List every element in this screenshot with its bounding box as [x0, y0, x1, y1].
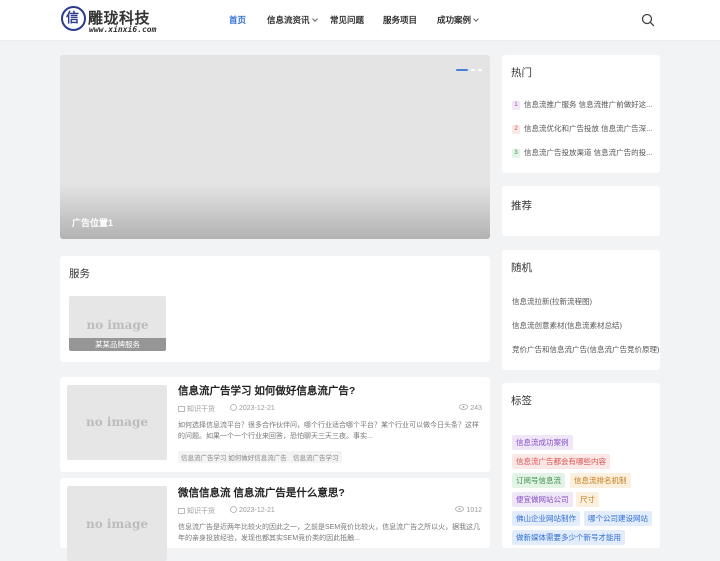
random-title: 随机 — [511, 262, 532, 274]
post-category[interactable]: 知识干货 — [178, 404, 215, 414]
recommend-title: 推荐 — [511, 200, 532, 212]
recommend-widget: 推荐 — [502, 186, 660, 236]
post-date: 2023-12-21 — [230, 404, 275, 412]
post-date: 2023-12-21 — [230, 506, 275, 514]
rank-badge: 1 — [512, 100, 520, 110]
random-item[interactable]: 信息流创意素材(信息流素材总结) — [512, 320, 622, 331]
post-views: 243 — [459, 404, 482, 412]
logo-url: www.xinxi6.com — [89, 25, 157, 34]
random-widget: 随机 信息流拉新(拉新流程图) 信息流创意素材(信息流素材总结) 竞价广告和信息… — [502, 250, 660, 370]
nav-item-home[interactable]: 首页 — [229, 14, 246, 26]
services-panel: 服务 no image 某某品牌服务 — [60, 256, 490, 362]
tag-item[interactable]: 订阅号信息流 — [512, 473, 565, 488]
post-card[interactable]: no image 信息流广告学习 如何做好信息流广告? 知识干货 2023-12… — [60, 377, 490, 472]
nav-item-news[interactable]: 信息流资讯 — [267, 14, 318, 26]
post-thumbnail[interactable]: no image — [67, 486, 167, 561]
tag-item[interactable]: 信息流广告都会有哪些内容 — [512, 454, 610, 469]
rank-badge: 2 — [512, 124, 520, 134]
random-item[interactable]: 信息流拉新(拉新流程图) — [512, 296, 592, 307]
carousel-dot[interactable] — [471, 68, 475, 71]
folder-icon — [178, 508, 185, 514]
chevron-down-icon — [311, 16, 318, 22]
post-excerpt: 信息流广告是近两年比较火的因此之一，之前是SEM竞价比较火，信息流广告之所以火，… — [178, 524, 481, 542]
carousel-dots — [453, 61, 482, 79]
service-card[interactable]: no image 某某品牌服务 — [69, 296, 166, 351]
search-icon[interactable] — [641, 13, 655, 27]
post-tag[interactable]: 信息流广告学习 — [290, 451, 342, 463]
no-image-placeholder: no image — [86, 517, 148, 531]
post-thumbnail[interactable]: no image — [67, 385, 167, 460]
hot-item[interactable]: 3 信息流广告投放渠道 信息流广告的投... — [512, 147, 652, 158]
post-excerpt: 如何选择信息流平台？很多合作伙伴问，哪个行业适合哪个平台？某个行业可以做今日头条… — [178, 422, 479, 440]
hot-item[interactable]: 1 信息流推广服务 信息流推广前做好这... — [512, 99, 652, 110]
tags-title: 标签 — [511, 395, 532, 407]
random-item[interactable]: 竞价广告和信息流广告(信息流广告竞价原理) — [512, 344, 660, 355]
post-title[interactable]: 信息流广告学习 如何做好信息流广告? — [178, 383, 355, 398]
post-card[interactable]: no image 微信信息流 信息流广告是什么意思? 知识干货 2023-12-… — [60, 478, 490, 561]
tag-item[interactable]: 信息流排名机制 — [570, 473, 631, 488]
post-tag[interactable]: 信息流广告学习 如何做好信息流广告 — [178, 451, 290, 463]
no-image-placeholder: no image — [86, 415, 148, 429]
tag-item[interactable]: 佛山企业网站制作 — [512, 511, 580, 526]
tag-item[interactable]: 便宜做网站公司 — [512, 492, 573, 507]
no-image-placeholder: no image — [86, 318, 149, 332]
site-logo[interactable]: 信 雕珑科技 www.xinxi6.com — [61, 6, 161, 36]
eye-icon — [459, 404, 469, 410]
nav-item-cases[interactable]: 成功案例 — [437, 14, 479, 26]
banner-caption: 广告位置1 — [72, 218, 114, 228]
carousel-dot[interactable] — [478, 68, 482, 71]
chevron-down-icon — [473, 16, 479, 22]
clock-icon — [230, 506, 237, 513]
hot-title: 热门 — [511, 67, 532, 79]
services-title: 服务 — [69, 268, 90, 280]
eye-icon — [455, 506, 465, 512]
clock-icon — [230, 404, 237, 411]
folder-icon — [178, 406, 185, 412]
nav-item-services[interactable]: 服务项目 — [383, 14, 417, 26]
carousel-dot[interactable] — [456, 68, 468, 71]
service-label: 某某品牌服务 — [69, 338, 166, 351]
tag-item[interactable]: 信息流成功案例 — [512, 435, 573, 450]
tag-item[interactable]: 做新媒体需要多少个新号才能用 — [512, 530, 625, 545]
hot-widget: 热门 1 信息流推广服务 信息流推广前做好这... 2 信息流优化和广告投放 信息流… — [502, 55, 660, 173]
tags-widget: 标签 信息流成功案例 信息流广告都会有哪些内容 订阅号信息流 信息流排名机制 便… — [502, 383, 660, 548]
logo-mark-icon: 信 — [61, 6, 86, 31]
nav-item-faq[interactable]: 常见问题 — [330, 14, 364, 26]
rank-badge: 3 — [512, 148, 520, 158]
post-title[interactable]: 微信信息流 信息流广告是什么意思? — [178, 485, 345, 500]
site-header: 信 雕珑科技 www.xinxi6.com 首页 信息流资讯 常见问题 服务项目… — [0, 0, 720, 41]
post-views: 1012 — [455, 506, 482, 514]
tag-item[interactable]: 哪个公司建设网站 — [584, 511, 652, 526]
post-category[interactable]: 知识干货 — [178, 506, 215, 516]
hero-banner[interactable]: 广告位置1 — [60, 55, 490, 239]
hot-item[interactable]: 2 信息流优化和广告投放 信息流广告深... — [512, 123, 652, 134]
tag-item[interactable]: 尺寸 — [576, 492, 599, 507]
